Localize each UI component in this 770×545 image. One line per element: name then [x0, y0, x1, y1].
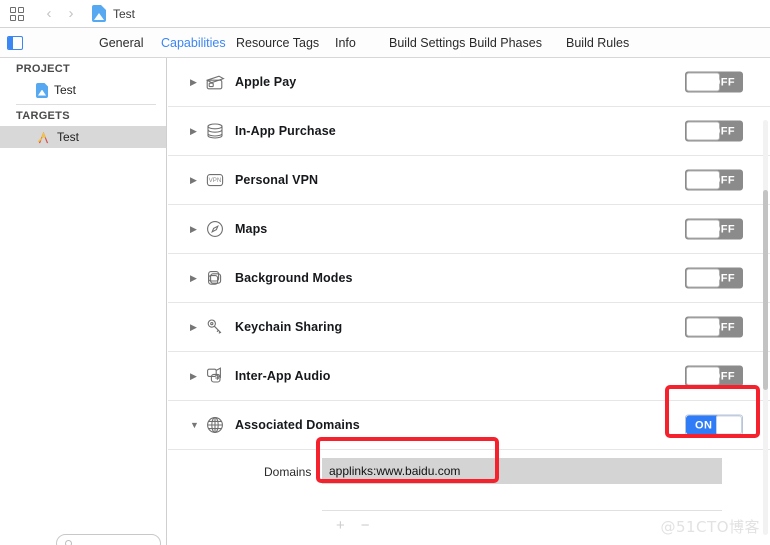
svg-text:VPN: VPN: [209, 177, 222, 184]
capability-toggle[interactable]: OFF: [685, 71, 743, 93]
capability-row[interactable]: ▶ Inter-App Audio OFF: [168, 352, 770, 401]
disclosure-expanded-icon[interactable]: ▼: [190, 420, 204, 430]
disclosure-collapsed-icon[interactable]: ▶: [190, 77, 204, 87]
toggle-state-label: OFF: [711, 76, 735, 88]
tab-list: General Capabilities Resource Tags Info Buil…: [27, 28, 770, 58]
target-hammer-icon: [36, 130, 51, 145]
in-app-purchase-icon: [204, 120, 226, 142]
toggle-state-label: OFF: [711, 125, 735, 137]
capability-label: In-App Purchase: [235, 124, 336, 138]
capability-label: Personal VPN: [235, 173, 319, 187]
tab-build-rules[interactable]: Build Rules: [566, 36, 629, 50]
toggle-state-label: ON: [695, 419, 713, 431]
domains-table: applinks:www.baidu.com: [322, 458, 722, 512]
capability-row[interactable]: ▶ In-App Purchase OFF: [168, 107, 770, 156]
navigator-item-project[interactable]: Test: [0, 79, 166, 101]
navigator-item-target[interactable]: Test: [0, 126, 166, 148]
navigator-item-label: Test: [54, 83, 77, 97]
capability-row[interactable]: ▶ VPN Personal VPN OFF: [168, 156, 770, 205]
capability-label: Apple Pay: [235, 75, 297, 89]
disclosure-collapsed-icon[interactable]: ▶: [190, 175, 204, 185]
capability-label: Maps: [235, 222, 268, 236]
capability-toggle[interactable]: OFF: [685, 120, 743, 142]
capability-list: ▶ Apple Pay OFF ▶ In-App Purchase OFF ▶ VPN …: [168, 58, 770, 545]
capability-toggle[interactable]: ON: [685, 414, 743, 436]
domains-empty-area[interactable]: [322, 484, 722, 512]
toggle-state-label: OFF: [711, 174, 735, 186]
window-toolbar: ‹ › Test: [0, 0, 770, 28]
back-chevron-icon[interactable]: ‹: [38, 4, 60, 24]
domains-field-label: Domains: [264, 465, 312, 479]
capability-row[interactable]: ▶ Maps OFF: [168, 205, 770, 254]
toggle-state-label: OFF: [711, 370, 735, 382]
sidebar-toggle-icon[interactable]: [7, 35, 23, 50]
tab-info[interactable]: Info: [335, 36, 356, 50]
breadcrumb: Test: [113, 6, 136, 21]
navigator-item-label: Test: [57, 130, 80, 144]
maps-compass-icon: [204, 218, 226, 240]
capability-toggle[interactable]: OFF: [685, 218, 743, 240]
capability-row[interactable]: ▶ Background Modes OFF: [168, 254, 770, 303]
domain-entry-value: applinks:www.baidu.com: [329, 464, 461, 478]
keychain-key-icon: [204, 316, 226, 338]
tab-build-phases[interactable]: Build Phases: [469, 36, 542, 50]
disclosure-collapsed-icon[interactable]: ▶: [190, 126, 204, 136]
tab-general[interactable]: General: [99, 36, 143, 50]
inter-app-audio-icon: [204, 365, 226, 387]
project-navigator: PROJECT Test TARGETS Test: [0, 58, 167, 545]
navigator-filter-field[interactable]: [56, 534, 161, 545]
search-icon: [65, 540, 72, 545]
watermark: @51CTO博客: [660, 518, 760, 536]
capability-row[interactable]: ▶ Keychain Sharing OFF: [168, 303, 770, 352]
grid-icon[interactable]: [8, 5, 26, 23]
add-domain-button[interactable]: +: [336, 518, 345, 533]
capability-toggle[interactable]: OFF: [685, 316, 743, 338]
toggle-state-label: OFF: [711, 321, 735, 333]
capability-row[interactable]: ▼ Associated Domains ON: [168, 401, 770, 450]
xcode-project-icon: [92, 5, 106, 22]
disclosure-collapsed-icon[interactable]: ▶: [190, 273, 204, 283]
personal-vpn-icon: VPN: [204, 169, 226, 191]
vertical-scrollbar[interactable]: [763, 120, 768, 535]
xcode-window: ‹ › Test General Capabilities Resource Tag…: [0, 0, 770, 545]
capability-label: Background Modes: [235, 271, 353, 285]
xcode-project-icon: [36, 82, 48, 98]
editor-tabbar: General Capabilities Resource Tags Info Buil…: [0, 28, 770, 58]
disclosure-collapsed-icon[interactable]: ▶: [190, 371, 204, 381]
toggle-knob: [716, 415, 742, 435]
capability-label: Associated Domains: [235, 418, 360, 432]
forward-chevron-icon[interactable]: ›: [60, 4, 82, 24]
apple-pay-card-icon: [204, 71, 226, 93]
capability-toggle[interactable]: OFF: [685, 169, 743, 191]
targets-section-header: TARGETS: [16, 110, 70, 122]
globe-icon: [204, 414, 226, 436]
disclosure-collapsed-icon[interactable]: ▶: [190, 322, 204, 332]
project-section-header: PROJECT: [16, 63, 71, 75]
background-modes-icon: [204, 267, 226, 289]
scrollbar-thumb[interactable]: [763, 190, 768, 390]
tab-resource-tags[interactable]: Resource Tags: [236, 36, 319, 50]
disclosure-collapsed-icon[interactable]: ▶: [190, 224, 204, 234]
toggle-state-label: OFF: [711, 223, 735, 235]
capability-label: Inter-App Audio: [235, 369, 331, 383]
capabilities-pane: ▶ Apple Pay OFF ▶ In-App Purchase OFF ▶ VPN …: [168, 58, 770, 545]
capability-toggle[interactable]: OFF: [685, 267, 743, 289]
toggle-state-label: OFF: [711, 272, 735, 284]
tab-capabilities[interactable]: Capabilities: [161, 36, 226, 50]
capability-row[interactable]: ▶ Apple Pay OFF: [168, 58, 770, 107]
domain-entry-row[interactable]: applinks:www.baidu.com: [322, 458, 722, 484]
capability-label: Keychain Sharing: [235, 320, 343, 334]
tab-build-settings[interactable]: Build Settings: [389, 36, 465, 50]
capability-toggle[interactable]: OFF: [685, 365, 743, 387]
remove-domain-button[interactable]: −: [361, 518, 370, 533]
